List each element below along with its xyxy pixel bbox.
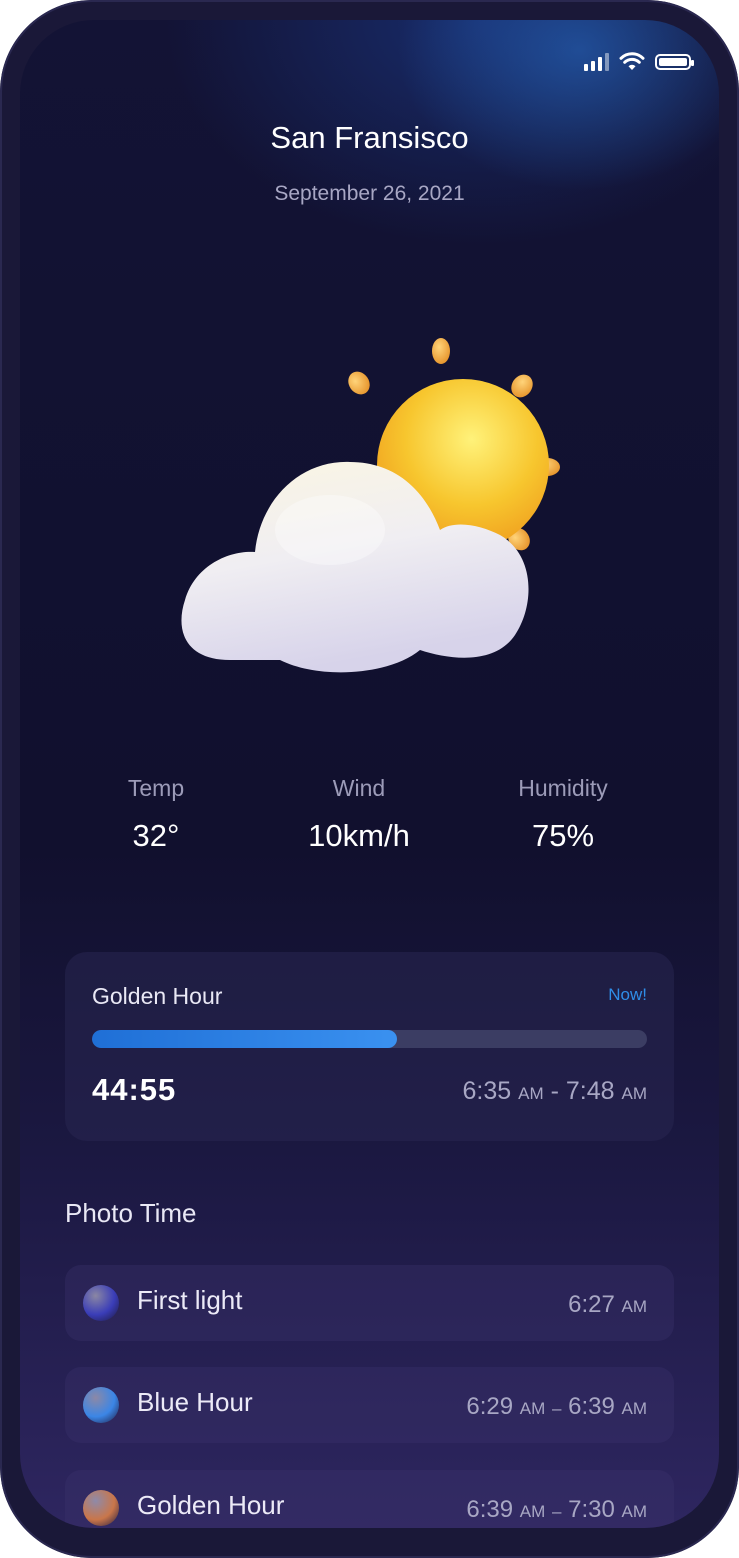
temp-value: 32° [132,818,180,853]
golden-hour-progress-fill [92,1030,398,1048]
app-screen: San Fransisco September 26, 2021 Temp 32… [20,20,719,1528]
time-start-suffix: AM [519,1502,546,1521]
wifi-icon [619,52,645,70]
golden-hour-start-suffix: AM [518,1084,544,1103]
golden-hour-end: 7:48 [565,1077,615,1105]
golden-hour-start: 6:35 [462,1077,512,1105]
list-item-time: 6:39 AM – 7:30 AM [466,1496,647,1524]
list-item-time: 6:29 AM – 6:39 AM [466,1393,647,1421]
phone-frame: San Fransisco September 26, 2021 Temp 32… [0,0,739,1558]
now-badge: Now! [608,985,647,1004]
status-bar [584,52,694,72]
current-date: September 26, 2021 [274,182,465,205]
golden-hour-dot-icon [83,1490,119,1526]
golden-hour-progress [92,1030,647,1048]
list-item-first-light[interactable]: First light 6:27 AM [65,1265,674,1341]
temp-stat: Temp 32° [56,775,256,854]
list-item-blue-hour[interactable]: Blue Hour 6:29 AM – 6:39 AM [65,1367,674,1443]
time-start: 6:29 [466,1393,514,1420]
first-light-dot-icon [83,1285,119,1321]
time-start-suffix: AM [621,1297,648,1316]
list-item-label: First light [137,1285,243,1315]
humidity-value: 75% [531,818,595,853]
time-separator: – [551,1399,562,1418]
wind-stat: Wind 10km/h [259,775,459,854]
wind-value: 10km/h [308,818,410,853]
time-end-suffix: AM [621,1502,648,1521]
golden-hour-end-suffix: AM [621,1084,648,1103]
time-start-suffix: AM [519,1399,546,1418]
golden-hour-range: 6:35 AM - 7:48 AM [463,1077,647,1106]
partly-cloudy-icon [181,338,560,673]
golden-hour-separator: - [550,1077,559,1105]
humidity-label: Humidity [518,775,608,801]
humidity-stat: Humidity 75% [463,775,663,854]
time-end: 6:39 [568,1393,615,1420]
list-item-time: 6:27 AM [568,1291,647,1319]
battery-icon [655,54,694,70]
blue-hour-dot-icon [83,1387,119,1423]
city-name: San Fransisco [270,120,469,155]
list-item-label: Blue Hour [137,1387,253,1417]
temp-label: Temp [127,775,185,801]
golden-hour-card[interactable]: Golden Hour Now! 44:55 6:35 AM - 7:48 AM [65,952,674,1141]
wind-label: Wind [332,775,386,801]
time-separator: – [551,1502,562,1521]
time-start: 6:27 [568,1291,615,1318]
time-end: 7:30 [568,1496,615,1523]
time-start: 6:39 [466,1496,514,1523]
list-item-label: Golden Hour [137,1490,285,1520]
time-end-suffix: AM [621,1399,648,1418]
signal-icon [584,53,609,71]
golden-hour-title: Golden Hour [92,983,223,1009]
list-item-golden-hour[interactable]: Golden Hour 6:39 AM – 7:30 AM [65,1470,674,1528]
photo-time-heading: Photo Time [65,1198,197,1228]
golden-hour-countdown: 44:55 [92,1072,177,1107]
